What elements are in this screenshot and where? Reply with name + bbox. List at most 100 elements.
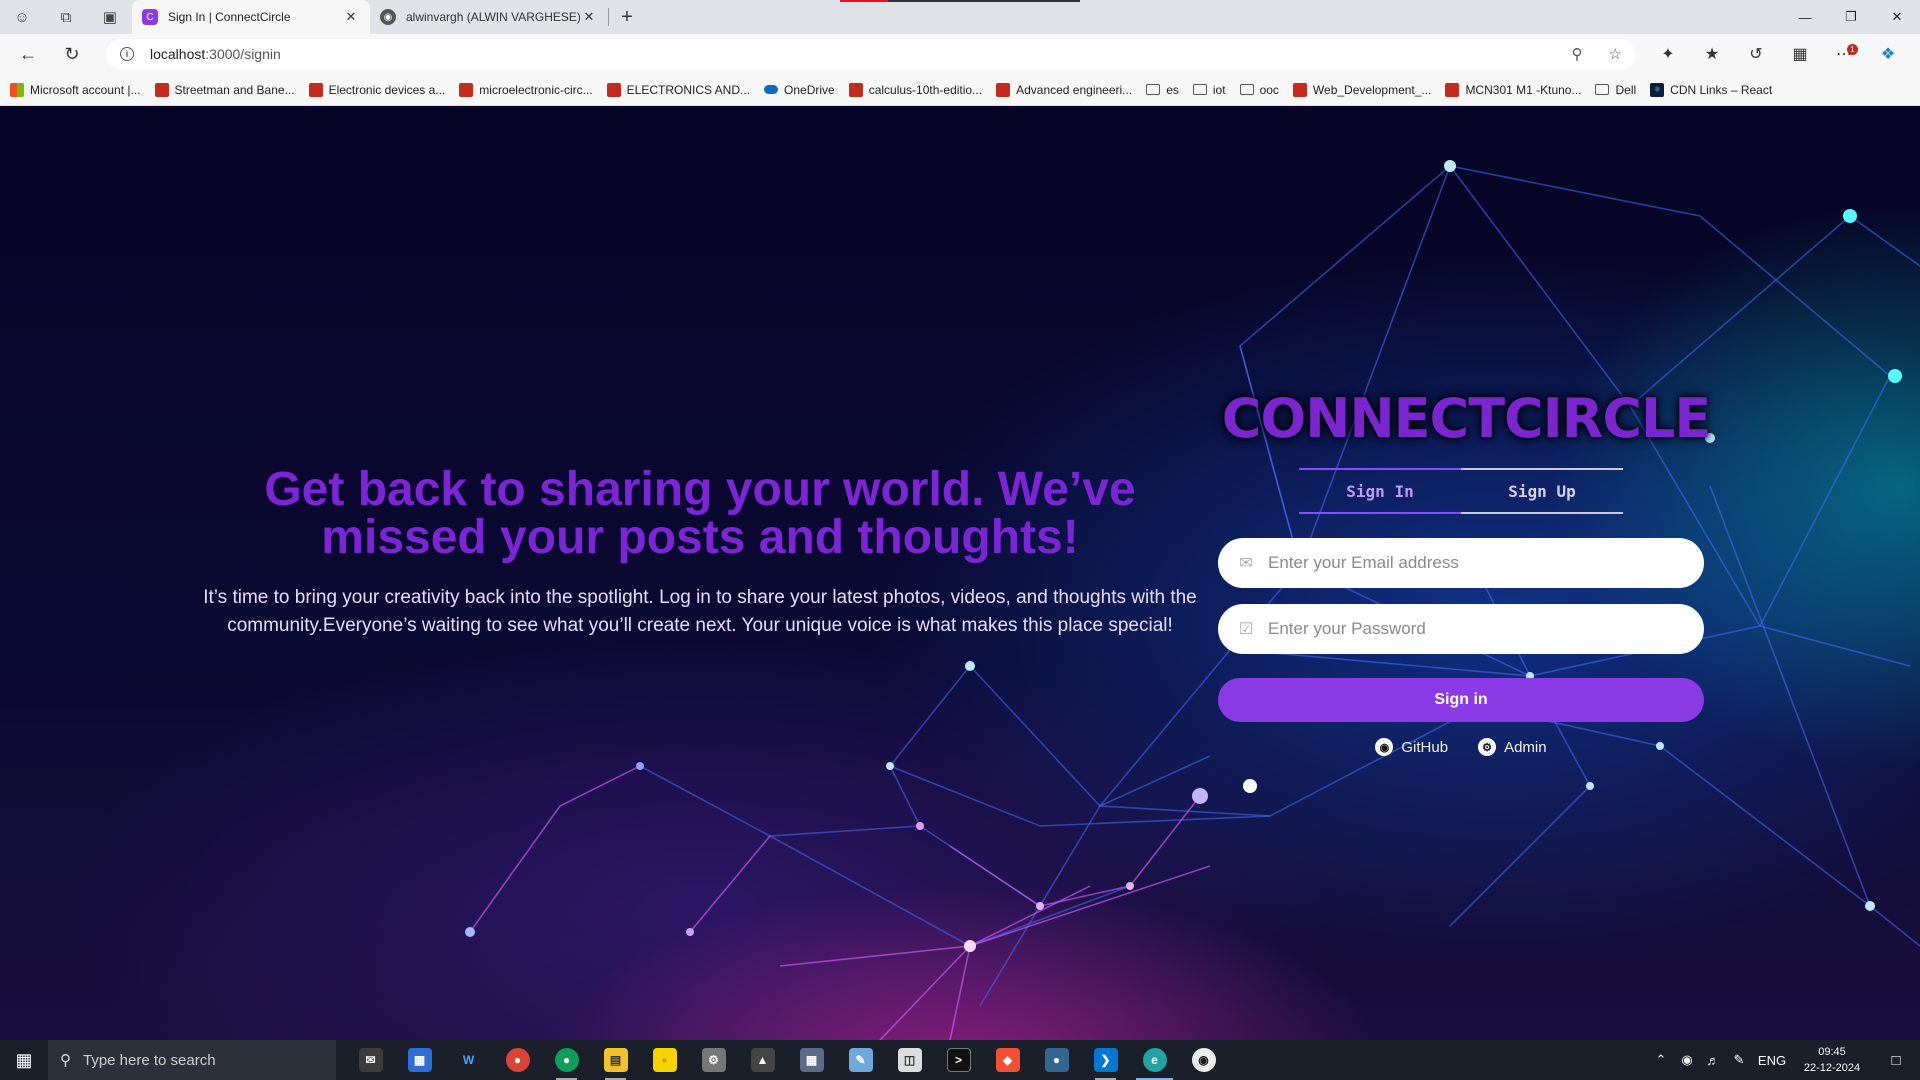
github-login-link[interactable]: ◉ GitHub xyxy=(1375,738,1448,756)
vscode-app-icon[interactable]: ❯ xyxy=(1081,1040,1130,1080)
clock-date: 22-12-2024 xyxy=(1803,1062,1861,1074)
ubuntu-app-icon[interactable]: ◉ xyxy=(1179,1040,1228,1080)
chrome-profile-app-icon[interactable]: ● xyxy=(542,1040,591,1080)
notifications-icon[interactable]: □ xyxy=(1872,1052,1920,1069)
paint-app-icon[interactable]: ⚙ xyxy=(689,1040,738,1080)
restore-icon[interactable]: ❐ xyxy=(1828,0,1874,34)
close-tab-icon[interactable]: ✕ xyxy=(342,9,360,25)
extensions-icon[interactable]: ✦ xyxy=(1646,34,1690,74)
pen-icon[interactable]: ✎ xyxy=(1726,1052,1752,1068)
notepad-app-icon[interactable]: ✎ xyxy=(836,1040,885,1080)
language-indicator[interactable]: ENG xyxy=(1752,1053,1792,1068)
volume-icon[interactable]: ♬ xyxy=(1700,1053,1726,1068)
pdf-icon xyxy=(996,82,1011,97)
bookmark-item[interactable]: calculus-10th-editio... xyxy=(848,82,982,97)
favorites-icon[interactable]: ★ xyxy=(1690,34,1734,74)
refresh-icon[interactable]: ↻ xyxy=(50,34,94,74)
admin-login-link[interactable]: ⚙ Admin xyxy=(1478,738,1547,756)
bookmark-item[interactable]: MCN301 M1 -Ktuno... xyxy=(1445,82,1581,97)
github-icon: ◉ xyxy=(1375,738,1394,756)
loading-indicator xyxy=(840,0,1080,2)
edge-app-icon[interactable]: e xyxy=(1130,1040,1179,1080)
chevron-up-icon[interactable]: ⌃ xyxy=(1648,1052,1674,1068)
admin-label: Admin xyxy=(1504,738,1547,756)
folder-icon xyxy=(1192,84,1207,95)
tab-actions-icon[interactable]: ▣ xyxy=(88,0,132,34)
sticky-notes-icon[interactable]: ▫ xyxy=(640,1040,689,1080)
file-explorer-icon[interactable]: ▤ xyxy=(591,1040,640,1080)
tab-signin[interactable]: C Sign In | ConnectCircle ✕ xyxy=(132,0,370,34)
auth-card: CONNECTCIRCLE Sign In Sign Up ✉ ☑ Sign i… xyxy=(1218,380,1711,756)
sign-in-button[interactable]: Sign in xyxy=(1218,678,1704,722)
key-icon[interactable]: ⚲ xyxy=(1572,45,1583,63)
pdf-icon xyxy=(848,82,863,97)
store-app-icon[interactable]: ▦ xyxy=(395,1040,444,1080)
hero-heading: Get back to sharing your world. We’ve mi… xyxy=(264,463,1136,564)
taskbar-search[interactable]: ⚲ Type here to search xyxy=(48,1040,336,1080)
copilot-icon[interactable]: ❖ xyxy=(1866,34,1910,74)
bookmark-item[interactable]: OneDrive xyxy=(764,83,835,97)
close-window-icon[interactable]: ✕ xyxy=(1874,0,1920,34)
windows-start-icon[interactable]: ▦ xyxy=(0,1040,48,1080)
bookmark-folder[interactable]: es xyxy=(1146,83,1179,97)
back-icon[interactable]: ← xyxy=(6,34,50,74)
bookmark-item[interactable]: Advanced engineeri... xyxy=(996,82,1132,97)
close-tab-icon[interactable]: ✕ xyxy=(580,9,598,25)
notification-badge: 1 xyxy=(1847,44,1858,55)
pdf-icon xyxy=(154,82,169,97)
admin-icon: ⚙ xyxy=(1478,738,1497,756)
favorite-star-icon[interactable]: ☆ xyxy=(1609,45,1622,63)
calculator-app-icon[interactable]: ▦ xyxy=(787,1040,836,1080)
new-tab-button[interactable]: + xyxy=(609,0,645,34)
workspaces-icon[interactable]: ⧉ xyxy=(44,0,88,34)
bookmark-item[interactable]: microelectronic-circ... xyxy=(459,82,593,97)
site-info-icon[interactable]: i xyxy=(120,47,134,61)
bookmark-item[interactable]: Electronic devices a... xyxy=(308,82,445,97)
network-icon[interactable]: ◉ xyxy=(1674,1052,1700,1068)
mail-icon: ✉ xyxy=(1239,555,1253,572)
bookmark-item[interactable]: ELECTRONICS AND... xyxy=(606,82,750,97)
minimize-icon[interactable]: — xyxy=(1782,0,1828,34)
bookmark-item[interactable]: Microsoft account |... xyxy=(10,82,141,97)
w-app-icon[interactable]: W xyxy=(444,1040,493,1080)
tab-sign-up[interactable]: Sign Up xyxy=(1461,468,1623,514)
connectcircle-favicon-icon: C xyxy=(142,9,158,25)
folder-icon xyxy=(1146,84,1161,95)
profile-icon[interactable]: ☺ xyxy=(0,0,44,34)
more-icon[interactable]: ⋯ 1 xyxy=(1822,34,1866,74)
system-tray: ⌃ ◉ ♬ ✎ ENG 09:45 22-12-2024 □ xyxy=(1648,1040,1920,1080)
password-field: ☑ xyxy=(1218,604,1704,654)
bookmark-item[interactable]: Web_Development_... xyxy=(1292,82,1431,97)
pdf-icon xyxy=(606,82,621,97)
tab-title: alwinvargh (ALWIN VARGHESE) xyxy=(406,10,580,24)
pdf-icon xyxy=(1292,82,1307,97)
pdf-icon xyxy=(308,82,323,97)
bookmark-folder[interactable]: ooc xyxy=(1239,83,1279,97)
history-icon[interactable]: ↺ xyxy=(1734,34,1778,74)
tab-sign-in[interactable]: Sign In xyxy=(1299,468,1461,514)
git-app-icon[interactable]: ◆ xyxy=(983,1040,1032,1080)
bookmark-folder[interactable]: iot xyxy=(1192,83,1226,97)
bookmark-item[interactable]: ⚛ CDN Links – React xyxy=(1650,82,1772,97)
folder-icon xyxy=(1239,84,1254,95)
bookmark-folder[interactable]: Dell xyxy=(1595,83,1636,97)
postgres-app-icon[interactable]: ● xyxy=(1032,1040,1081,1080)
hero-section: Get back to sharing your world. We’ve mi… xyxy=(200,466,1200,640)
tab-github[interactable]: ◉ alwinvargh (ALWIN VARGHESE) ✕ xyxy=(370,0,608,34)
screenshot-icon[interactable]: ▦ xyxy=(1778,34,1822,74)
bookmark-item[interactable]: Streetman and Bane... xyxy=(154,82,295,97)
photos-app-icon[interactable]: ▲ xyxy=(738,1040,787,1080)
address-bar[interactable]: i localhost:3000/signin ⚲ ☆ xyxy=(106,39,1636,69)
email-input[interactable] xyxy=(1268,553,1686,573)
terminal-app-icon[interactable]: > xyxy=(934,1040,983,1080)
clock[interactable]: 09:45 22-12-2024 xyxy=(1792,1044,1872,1076)
search-placeholder: Type here to search xyxy=(83,1051,216,1069)
bookmarks-bar: Microsoft account |... Streetman and Ban… xyxy=(0,74,1920,106)
password-input[interactable] xyxy=(1268,619,1686,639)
github-label: GitHub xyxy=(1401,738,1449,756)
alt-login-links: ◉ GitHub ⚙ Admin xyxy=(1218,738,1704,756)
chrome-app-icon[interactable]: ● xyxy=(493,1040,542,1080)
mail-app-icon[interactable]: ✉ xyxy=(346,1040,395,1080)
onedrive-icon xyxy=(764,85,779,94)
document-app-icon[interactable]: ◫ xyxy=(885,1040,934,1080)
